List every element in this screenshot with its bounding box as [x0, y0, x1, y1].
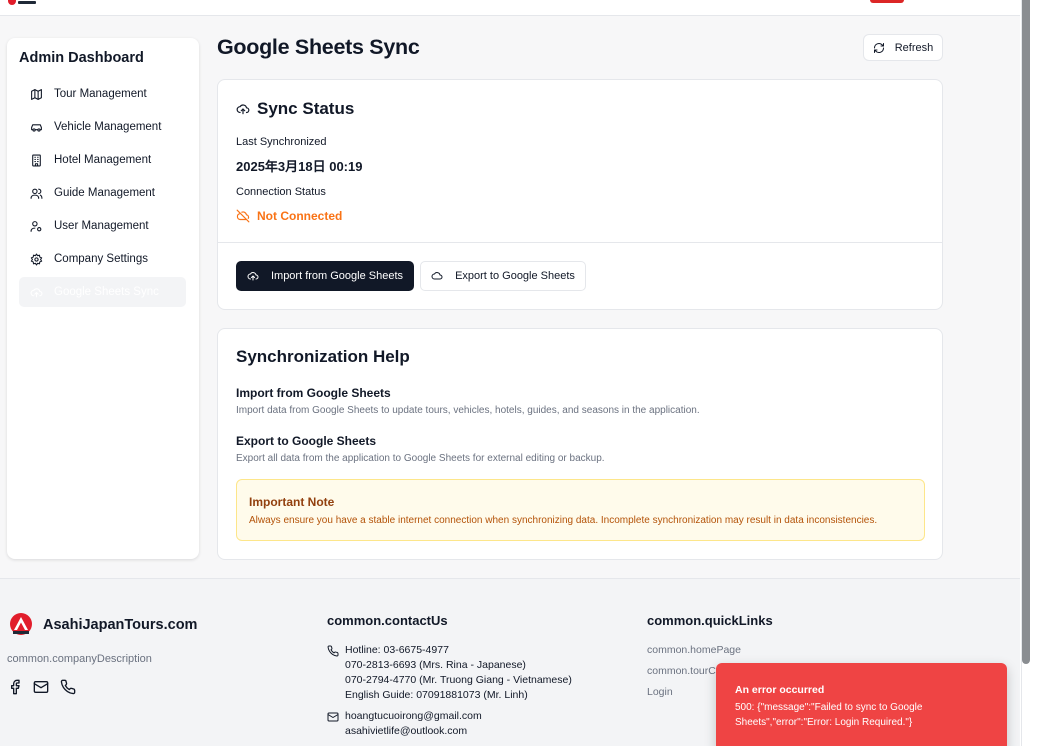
export-to-google-sheets-button[interactable]: Export to Google Sheets: [420, 261, 586, 291]
contact-heading: common.contactUs: [327, 613, 448, 628]
facebook-icon[interactable]: [7, 679, 23, 695]
sidebar-item-label: User Management: [54, 220, 149, 232]
car-icon: [30, 121, 43, 134]
users-icon: [30, 187, 43, 200]
refresh-button[interactable]: Refresh: [863, 34, 943, 61]
phone-icon: [327, 645, 339, 657]
import-button-label: Import from Google Sheets: [270, 270, 404, 282]
important-note: Important Note Always ensure you have a …: [236, 479, 925, 541]
quicklink-login[interactable]: Login: [647, 686, 673, 698]
footer-brand: AsahiJapanTours.com: [43, 617, 198, 633]
connection-status-value: Not Connected: [236, 209, 342, 223]
sync-status-title: Sync Status: [236, 99, 354, 119]
cloud-sync-icon: [236, 102, 250, 116]
map-icon: [30, 88, 43, 101]
mail-icon[interactable]: [33, 679, 49, 695]
sidebar-item-hotel-management[interactable]: Hotel Management: [19, 145, 186, 175]
sync-help-card: Synchronization Help Import from Google …: [217, 328, 943, 560]
gear-icon: [30, 253, 43, 266]
sidebar-item-user-management[interactable]: User Management: [19, 211, 186, 241]
top-navbar: [0, 0, 1020, 16]
quicklink-home[interactable]: common.homePage: [647, 644, 741, 656]
company-description: common.companyDescription: [7, 653, 152, 665]
sync-status-card: Sync Status Last Synchronized 2025年3月18日…: [217, 79, 943, 310]
sidebar-item-label: Google Sheets Sync: [54, 286, 159, 298]
sidebar-item-label: Guide Management: [54, 187, 156, 199]
admin-sidebar: Admin Dashboard Tour Management Vehicle …: [7, 38, 199, 559]
header-logo[interactable]: [8, 0, 36, 6]
sync-help-title: Synchronization Help: [236, 347, 410, 366]
export-button-label: Export to Google Sheets: [455, 270, 575, 282]
mail-icon: [327, 711, 339, 723]
cloud-sync-icon: [30, 286, 43, 299]
connection-status-text: Not Connected: [257, 209, 343, 223]
quicklinks-heading: common.quickLinks: [647, 613, 773, 628]
refresh-label: Refresh: [894, 41, 934, 54]
hotline-line: 070-2794-4770 (Mr. Truong Giang - Vietna…: [345, 674, 572, 686]
last-sync-label: Last Synchronized: [236, 136, 327, 148]
brand-logo: [9, 612, 33, 636]
user-cog-icon: [30, 220, 43, 233]
divider: [218, 242, 942, 243]
hotline-line: English Guide: 07091881073 (Mr. Linh): [345, 689, 528, 701]
important-note-title: Important Note: [249, 495, 335, 509]
quicklink-tour[interactable]: common.tourC: [647, 665, 716, 677]
import-from-google-sheets-button[interactable]: Import from Google Sheets: [236, 261, 414, 291]
cloud-off-icon: [236, 209, 250, 223]
phone-icon[interactable]: [60, 679, 76, 695]
sidebar-item-guide-management[interactable]: Guide Management: [19, 178, 186, 208]
error-toast-title: An error occurred: [735, 684, 825, 696]
export-help-title: Export to Google Sheets: [236, 434, 377, 448]
sidebar-title: Admin Dashboard: [19, 50, 144, 66]
refresh-icon: [873, 42, 885, 54]
sidebar-item-tour-management[interactable]: Tour Management: [19, 79, 186, 109]
sidebar-item-company-settings[interactable]: Company Settings: [19, 244, 186, 274]
import-help-desc: Import data from Google Sheets to update…: [236, 405, 700, 416]
export-help-desc: Export all data from the application to …: [236, 453, 605, 464]
connection-status-label: Connection Status: [236, 186, 326, 198]
important-note-desc: Always ensure you have a stable internet…: [249, 515, 878, 526]
import-help-title: Import from Google Sheets: [236, 386, 391, 400]
error-toast-message: 500: {"message":"Failed to sync to Googl…: [735, 702, 923, 728]
sidebar-item-label: Vehicle Management: [54, 121, 162, 133]
cloud-icon: [431, 270, 443, 282]
sidebar-item-label: Company Settings: [54, 253, 148, 265]
scrollbar-thumb[interactable]: [1022, 0, 1030, 664]
cloud-download-icon: [247, 270, 259, 282]
hotline-line: 070-2813-6693 (Mrs. Rina - Japanese): [345, 659, 526, 671]
last-sync-value: 2025年3月18日 00:19: [236, 159, 363, 174]
sidebar-item-label: Tour Management: [54, 88, 147, 100]
error-toast[interactable]: An error occurred 500: {"message":"Faile…: [716, 663, 1007, 746]
hotline-line: Hotline: 03-6675-4977: [345, 644, 449, 656]
header-action-button[interactable]: [870, 0, 904, 3]
building-icon: [30, 154, 43, 167]
email-line[interactable]: asahivietlife@outlook.com: [345, 725, 467, 737]
sidebar-item-google-sheets-sync[interactable]: Google Sheets Sync: [19, 277, 186, 307]
sync-status-title-text: Sync Status: [257, 99, 355, 118]
email-line[interactable]: hoangtucuoirong@gmail.com: [345, 710, 482, 722]
sidebar-item-vehicle-management[interactable]: Vehicle Management: [19, 112, 186, 142]
sidebar-item-label: Hotel Management: [54, 154, 152, 166]
page-title: Google Sheets Sync: [217, 35, 420, 59]
